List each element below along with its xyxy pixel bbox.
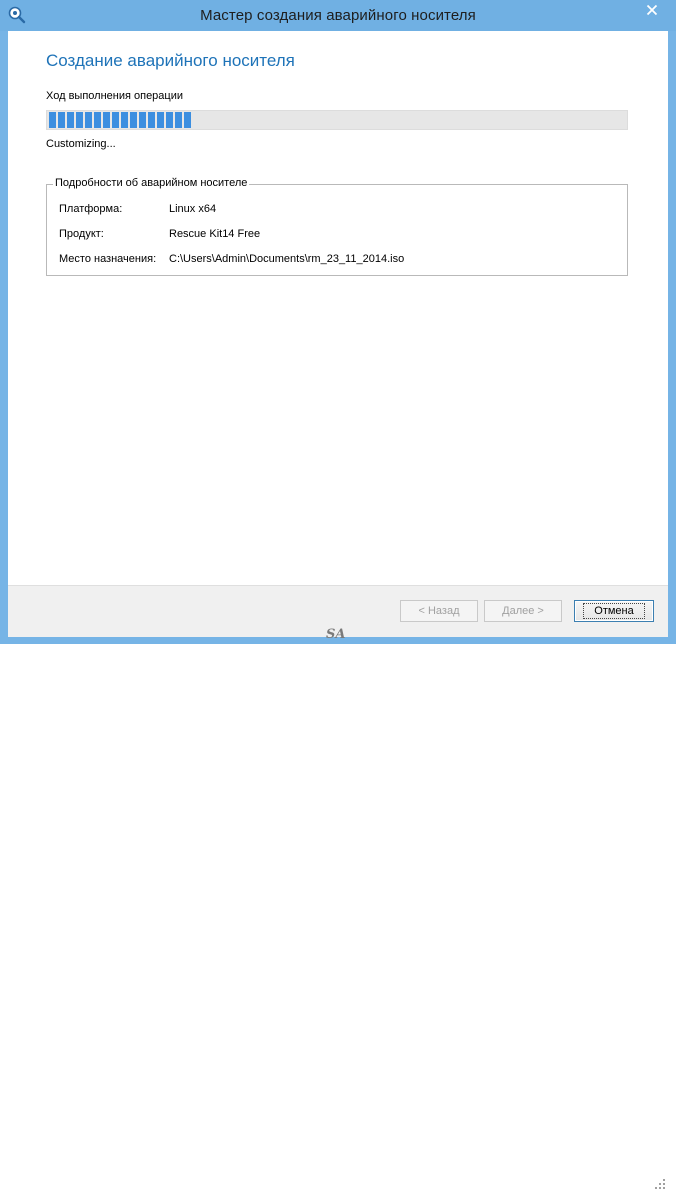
progress-block: [148, 112, 155, 128]
title-bar[interactable]: Мастер создания аварийного носителя: [0, 0, 676, 31]
progress-block: [139, 112, 146, 128]
status-text: Customizing...: [46, 138, 116, 150]
progress-block: [166, 112, 173, 128]
cancel-button[interactable]: Отмена: [574, 600, 654, 622]
progress-block: [58, 112, 65, 128]
detail-key: Место назначения:: [59, 253, 157, 265]
progress-block: [130, 112, 137, 128]
cancel-label: Отмена: [583, 603, 645, 619]
progress-fill: [48, 112, 191, 128]
progress-block: [67, 112, 74, 128]
watermark: SA: [326, 627, 346, 642]
details-group: Подробности об аварийном носителе Платфо…: [46, 177, 628, 276]
progress-block: [76, 112, 83, 128]
window-title: Мастер создания аварийного носителя: [200, 7, 476, 24]
progress-block: [94, 112, 101, 128]
progress-block: [85, 112, 92, 128]
progress-block: [103, 112, 110, 128]
close-button[interactable]: [633, 1, 671, 21]
progress-block: [121, 112, 128, 128]
back-button[interactable]: < Назад: [400, 600, 478, 622]
page-title: Создание аварийного носителя: [46, 51, 295, 70]
progress-block: [184, 112, 191, 128]
progress-block: [157, 112, 164, 128]
detail-value: C:\Users\Admin\Documents\rm_23_11_2014.i…: [169, 253, 405, 265]
progress-label: Ход выполнения операции: [46, 90, 184, 102]
detail-key: Продукт:: [59, 228, 104, 240]
progress-bar: [46, 110, 628, 130]
progress-block: [175, 112, 182, 128]
progress-block: [112, 112, 119, 128]
resize-grip-icon[interactable]: [654, 1178, 666, 1190]
progress-block: [49, 112, 56, 128]
detail-key: Платформа:: [59, 203, 123, 215]
details-legend: Подробности об аварийном носителе: [53, 177, 250, 189]
close-icon: [646, 4, 658, 19]
window-frame: Мастер создания аварийного носителя Созд…: [0, 0, 676, 1189]
detail-value: Rescue Kit14 Free: [169, 228, 261, 240]
next-button[interactable]: Далее >: [484, 600, 562, 622]
detail-value: Linux x64: [169, 203, 217, 215]
wizard-content: Создание аварийного носителя Ход выполне…: [8, 31, 668, 1189]
